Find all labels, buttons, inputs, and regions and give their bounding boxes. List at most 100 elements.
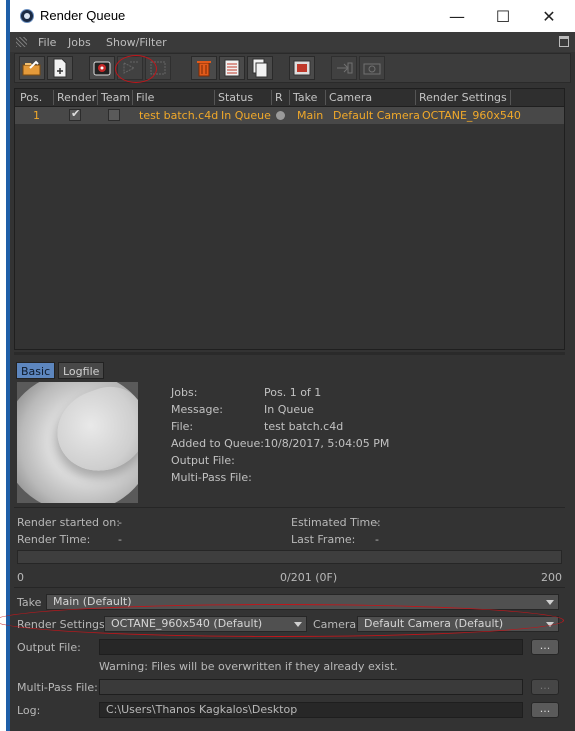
estimated-label: Estimated Time:: [291, 516, 381, 529]
annotation-circle-toolbar: [115, 55, 157, 83]
col-status[interactable]: Status: [218, 91, 253, 104]
jobs-label: Jobs:: [171, 386, 198, 399]
close-icon: ✕: [542, 6, 556, 26]
render-view-button[interactable]: [89, 56, 115, 80]
col-team[interactable]: Team: [101, 91, 130, 104]
team-checkbox[interactable]: [108, 109, 120, 121]
maximize-icon: ☐: [495, 6, 511, 26]
render-time-label: Render Time:: [17, 533, 91, 546]
col-file[interactable]: File: [136, 91, 154, 104]
job-list-button[interactable]: [219, 56, 245, 80]
panel-maximize-icon[interactable]: [559, 36, 569, 47]
cell-render-settings: OCTANE_960x540: [422, 109, 521, 122]
jobs-value: Pos. 1 of 1: [264, 386, 322, 399]
output-file-label: Output File:: [17, 641, 81, 654]
open-folder-icon: [22, 60, 41, 76]
list-document-icon: [224, 59, 240, 77]
picture-viewer-button[interactable]: [289, 56, 315, 80]
last-frame-value: -: [375, 533, 379, 546]
col-pos[interactable]: Pos.: [20, 91, 42, 104]
render-started-label: Render started on:: [17, 516, 120, 529]
cell-pos: 1: [33, 109, 40, 122]
toolbar: [14, 53, 571, 83]
copy-job-button[interactable]: [247, 56, 273, 80]
copy-document-icon: [252, 58, 268, 78]
cinema4d-app-icon: [20, 9, 34, 23]
progress-bar: [17, 550, 562, 564]
info-output-label: Output File:: [171, 454, 235, 467]
estimated-value: -: [375, 516, 379, 529]
table-header: Pos. Render Team File Status R Take Came…: [15, 89, 564, 107]
render-queue-window: Render Queue — ☐ ✕ File Jobs Show/Filter: [0, 0, 575, 731]
trash-icon: [197, 61, 211, 77]
progress-min: 0: [17, 571, 24, 584]
render-clapper-icon: [93, 61, 111, 76]
progress-max: 200: [541, 571, 562, 584]
window-title: Render Queue: [40, 8, 126, 23]
info-multipass-label: Multi-Pass File:: [171, 471, 252, 484]
minimize-icon: —: [449, 6, 465, 26]
render-started-value: -: [118, 516, 122, 529]
col-r[interactable]: R: [275, 91, 283, 104]
log-browse-button[interactable]: ...: [531, 702, 559, 718]
table-row[interactable]: 1 ✔ test batch.c4d In Queue Main Default…: [15, 107, 564, 124]
file-label: File:: [171, 420, 194, 433]
tab-logfile[interactable]: Logfile: [58, 362, 105, 379]
open-file-button[interactable]: [19, 56, 45, 80]
message-value: In Queue: [264, 403, 314, 416]
tab-basic[interactable]: Basic: [16, 362, 56, 379]
cell-camera: Default Camera: [333, 109, 420, 122]
team-render-icon: [337, 62, 353, 74]
col-take[interactable]: Take: [293, 91, 317, 104]
file-value: test batch.c4d: [264, 420, 344, 433]
col-render-settings[interactable]: Render Settings: [419, 91, 507, 104]
title-bar: Render Queue — ☐ ✕: [10, 0, 575, 32]
progress-current: 0/201 (0F): [280, 571, 338, 584]
output-browse-button[interactable]: ...: [531, 639, 559, 655]
team-render-button[interactable]: [331, 56, 357, 80]
add-document-icon: [53, 58, 67, 78]
render-checkbox[interactable]: ✔: [69, 107, 81, 121]
maximize-button[interactable]: ☐: [480, 0, 526, 32]
section-divider: [14, 507, 565, 508]
cell-status: In Queue: [221, 109, 271, 122]
cell-file: test batch.c4d: [139, 109, 219, 122]
menu-show-filter[interactable]: Show/Filter: [106, 36, 167, 49]
output-file-field[interactable]: [99, 639, 523, 655]
multipass-file-field[interactable]: [99, 679, 523, 695]
client-area: File Jobs Show/Filter Pos. Render Team F…: [0, 32, 575, 731]
menu-grip-icon[interactable]: [16, 37, 27, 47]
overwrite-warning: Warning: Files will be overwritten if th…: [99, 660, 398, 673]
minimize-button[interactable]: —: [434, 0, 480, 32]
splitter[interactable]: [14, 352, 565, 355]
col-camera[interactable]: Camera: [329, 91, 372, 104]
log-path-field[interactable]: C:\Users\Thanos Kagkalos\Desktop: [99, 702, 523, 718]
picture-viewer-icon: [293, 60, 311, 76]
take-label: Take: [17, 596, 42, 609]
delete-job-button[interactable]: [191, 56, 217, 80]
added-value: 10/8/2017, 5:04:05 PM: [264, 437, 390, 450]
render-time-value: -: [118, 533, 122, 546]
chevron-down-icon: [546, 600, 554, 605]
cell-take: Main: [297, 109, 324, 122]
checkmark-icon: ✔: [71, 107, 81, 120]
annotation-circle-output: [0, 604, 564, 637]
menu-jobs[interactable]: Jobs: [68, 36, 91, 49]
job-table: Pos. Render Team File Status R Take Came…: [14, 88, 565, 350]
r-status-dot-icon: [276, 111, 285, 120]
camera-icon: [363, 63, 381, 75]
col-render[interactable]: Render: [57, 91, 96, 104]
preview-thumbnail: [17, 382, 138, 503]
snapshot-button[interactable]: [359, 56, 385, 80]
message-label: Message:: [171, 403, 223, 416]
added-label: Added to Queue:: [171, 437, 264, 450]
last-frame-label: Last Frame:: [291, 533, 356, 546]
multipass-file-label: Multi-Pass File:: [17, 681, 98, 694]
log-label: Log:: [17, 704, 41, 717]
section-divider-2: [14, 587, 565, 588]
close-button[interactable]: ✕: [526, 0, 572, 32]
menu-file[interactable]: File: [38, 36, 56, 49]
multipass-browse-button[interactable]: ...: [531, 679, 559, 695]
add-job-button[interactable]: [47, 56, 73, 80]
menu-bar: File Jobs Show/Filter: [10, 32, 575, 52]
